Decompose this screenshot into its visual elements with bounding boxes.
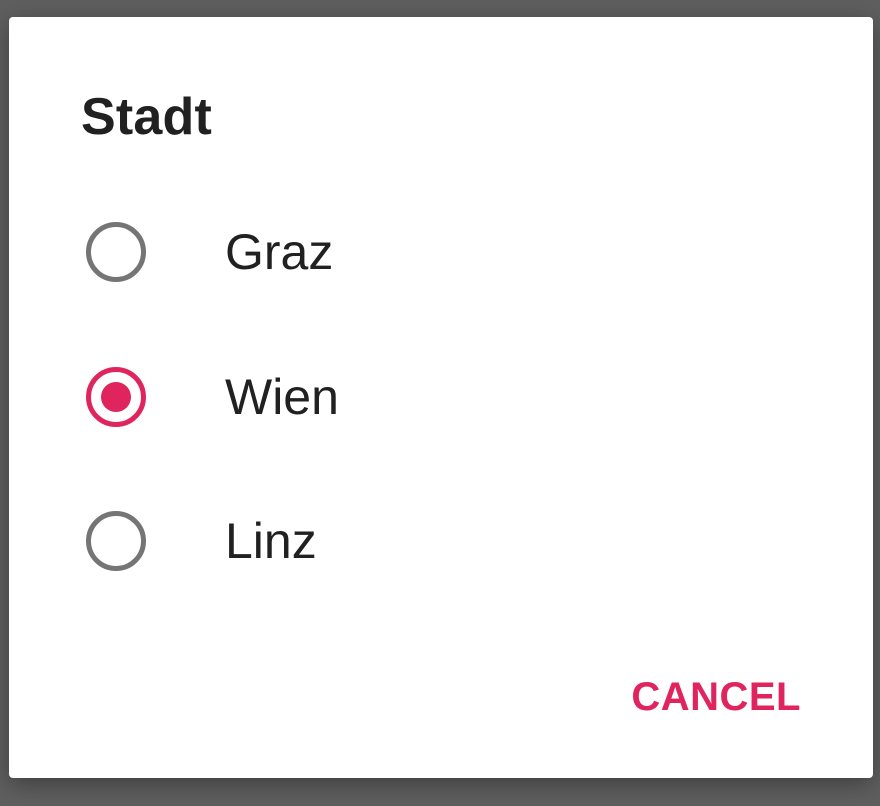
radio-button[interactable] bbox=[86, 511, 146, 571]
option-label: Linz bbox=[225, 513, 317, 569]
option-wien[interactable]: Wien bbox=[9, 337, 873, 457]
radio-dot-icon bbox=[101, 382, 131, 412]
option-label: Graz bbox=[225, 224, 334, 280]
radio-button[interactable] bbox=[86, 367, 146, 427]
option-graz[interactable]: Graz bbox=[9, 192, 873, 312]
option-linz[interactable]: Linz bbox=[9, 481, 873, 601]
option-label: Wien bbox=[225, 369, 339, 425]
dialog-title: Stadt bbox=[81, 88, 212, 146]
cancel-button[interactable]: CANCEL bbox=[613, 667, 819, 727]
radio-button[interactable] bbox=[86, 222, 146, 282]
dialog-actions: CANCEL bbox=[613, 667, 819, 727]
single-choice-dialog: Stadt Graz Wien Linz CANCEL bbox=[9, 17, 873, 778]
